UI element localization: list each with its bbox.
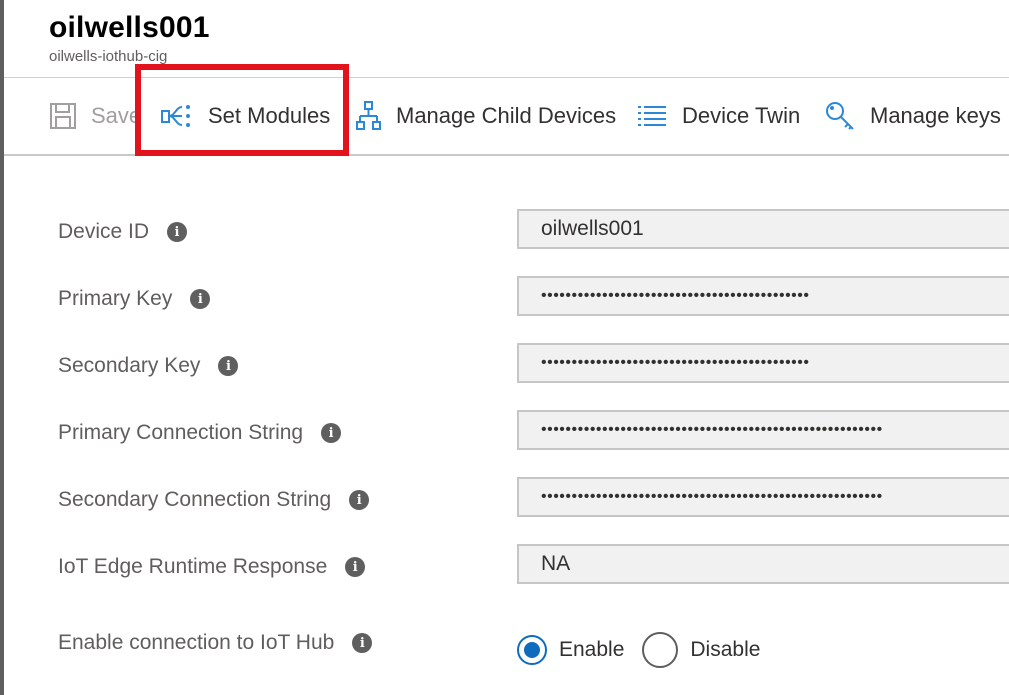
manage-keys-label: Manage keys bbox=[870, 103, 1001, 128]
disable-radio-label[interactable]: Disable bbox=[690, 638, 760, 662]
secondary-connection-string-label: Secondary Connection String bbox=[58, 488, 332, 511]
info-icon[interactable]: i bbox=[321, 423, 342, 443]
device-id-field[interactable]: oilwells001 bbox=[517, 209, 1009, 249]
page-subtitle: oilwells-iothub-cig bbox=[49, 48, 168, 65]
info-icon[interactable]: i bbox=[167, 222, 188, 242]
device-id-label-row: Device ID i bbox=[58, 220, 188, 244]
iot-edge-runtime-response-value: NA bbox=[541, 552, 571, 575]
manage-child-devices-label: Manage Child Devices bbox=[396, 103, 617, 128]
enable-connection-label-row: Enable connection to IoT Hub i bbox=[58, 631, 373, 655]
info-icon[interactable]: i bbox=[345, 557, 366, 577]
secondary-key-field[interactable]: ••••••••••••••••••••••••••••••••••••••••… bbox=[517, 343, 1009, 383]
command-bar: Save Set Modules Manage Child Devices De… bbox=[4, 77, 1009, 156]
secondary-key-label-row: Secondary Key i bbox=[58, 354, 239, 378]
primary-key-label-row: Primary Key i bbox=[58, 287, 211, 311]
primary-connection-string-value: ••••••••••••••••••••••••••••••••••••••••… bbox=[541, 421, 883, 438]
page-header: oilwells001 oilwells-iothub-cig bbox=[49, 10, 210, 66]
primary-key-label: Primary Key bbox=[58, 287, 173, 310]
secondary-key-label: Secondary Key bbox=[58, 354, 201, 377]
device-id-value: oilwells001 bbox=[541, 217, 644, 240]
enable-connection-label: Enable connection to IoT Hub bbox=[58, 631, 335, 654]
iot-edge-runtime-response-label: IoT Edge Runtime Response bbox=[58, 555, 328, 578]
save-label: Save bbox=[91, 103, 142, 128]
device-twin-label: Device Twin bbox=[682, 103, 801, 128]
secondary-connection-string-value: ••••••••••••••••••••••••••••••••••••••••… bbox=[541, 488, 883, 505]
primary-key-field[interactable]: ••••••••••••••••••••••••••••••••••••••••… bbox=[517, 276, 1009, 316]
primary-connection-string-label-row: Primary Connection String i bbox=[58, 421, 342, 445]
connection-radio-group: Enable Disable bbox=[517, 632, 760, 668]
enable-radio[interactable] bbox=[517, 635, 547, 665]
key-icon bbox=[824, 100, 856, 132]
set-modules-icon bbox=[160, 102, 194, 130]
secondary-key-value: ••••••••••••••••••••••••••••••••••••••••… bbox=[541, 354, 810, 371]
hierarchy-icon bbox=[356, 101, 382, 131]
info-icon[interactable]: i bbox=[218, 356, 239, 376]
set-modules-button[interactable]: Set Modules bbox=[160, 78, 337, 154]
radio-selected-dot bbox=[524, 642, 540, 658]
secondary-connection-string-label-row: Secondary Connection String i bbox=[58, 488, 370, 512]
set-modules-label: Set Modules bbox=[208, 103, 331, 128]
primary-connection-string-field[interactable]: ••••••••••••••••••••••••••••••••••••••••… bbox=[517, 410, 1009, 450]
info-icon[interactable]: i bbox=[349, 490, 370, 510]
list-icon bbox=[636, 104, 668, 128]
secondary-connection-string-field[interactable]: ••••••••••••••••••••••••••••••••••••••••… bbox=[517, 477, 1009, 517]
manage-keys-button[interactable]: Manage keys bbox=[824, 78, 1001, 154]
iot-edge-runtime-response-label-row: IoT Edge Runtime Response i bbox=[58, 555, 366, 579]
save-icon bbox=[49, 102, 77, 130]
info-icon[interactable]: i bbox=[190, 289, 211, 309]
enable-radio-label[interactable]: Enable bbox=[559, 638, 624, 662]
primary-key-value: ••••••••••••••••••••••••••••••••••••••••… bbox=[541, 287, 810, 304]
primary-connection-string-label: Primary Connection String bbox=[58, 421, 304, 444]
iot-edge-runtime-response-field: NA bbox=[517, 544, 1009, 584]
disable-radio[interactable] bbox=[642, 632, 679, 668]
save-button[interactable]: Save bbox=[49, 78, 141, 154]
manage-child-devices-button[interactable]: Manage Child Devices bbox=[356, 78, 616, 154]
device-id-label: Device ID bbox=[58, 220, 150, 243]
page-title: oilwells001 bbox=[49, 11, 210, 44]
info-icon[interactable]: i bbox=[352, 633, 373, 653]
device-twin-button[interactable]: Device Twin bbox=[636, 78, 800, 154]
